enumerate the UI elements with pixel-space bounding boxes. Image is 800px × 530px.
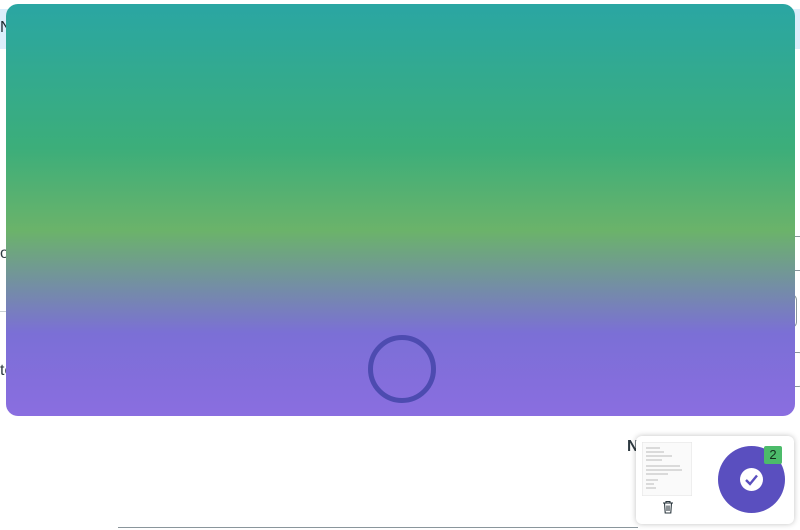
- number-value: INC0010010: [120, 76, 212, 93]
- related-search-label: ted Search: [0, 362, 78, 379]
- watch-list-label: Watch list: [33, 160, 102, 177]
- number-field[interactable]: INC0010010: [112, 67, 463, 100]
- related-search-icon: [132, 360, 152, 385]
- close-icon[interactable]: [743, 22, 765, 44]
- minimize-icon[interactable]: [702, 22, 724, 44]
- document-preview-icon: [642, 442, 692, 496]
- resize-handle-icon[interactable]: [768, 393, 784, 414]
- short-description-field[interactable]: [113, 236, 800, 271]
- section-divider: [0, 311, 595, 312]
- required-mark: ✱: [38, 119, 52, 136]
- ai-lens-link[interactable]: ServiceNow AI Lens: [265, 19, 408, 36]
- caller-label: ✱ Caller: [38, 117, 98, 137]
- caller-value: Ravi Kiran: [120, 119, 194, 136]
- watch-list-lock-button[interactable]: [113, 152, 148, 187]
- count-badge: 2: [764, 446, 782, 464]
- related-search-field[interactable]: [124, 352, 800, 387]
- banner-text-before: session. Ensure that the: [89, 19, 266, 36]
- short-description-label: ort description: [0, 245, 101, 262]
- window-controls: [647, 14, 780, 51]
- incident-tag: Incident: [20, 15, 88, 43]
- add-user-icon: [161, 160, 180, 179]
- banner-text-after: app is installed on your machine.: [408, 19, 646, 36]
- expand-icon[interactable]: [661, 22, 683, 44]
- bottom-divider: [118, 527, 638, 528]
- help-icon[interactable]: [84, 361, 102, 384]
- show-related-button[interactable]: [474, 109, 509, 144]
- add-watcher-button[interactable]: [153, 152, 188, 187]
- loading-spinner: [368, 335, 436, 403]
- caller-field[interactable]: Ravi Kiran: [112, 110, 429, 143]
- related-search-results-button[interactable]: Related Search Results: [597, 294, 797, 328]
- number-label: Number: [46, 75, 103, 92]
- banner-prefix: No: [0, 19, 21, 36]
- hierarchy-icon: [483, 118, 499, 135]
- info-icon: [522, 117, 541, 136]
- search-icon: [437, 118, 454, 135]
- info-button[interactable]: [514, 109, 549, 144]
- chevron-down-icon: [774, 295, 788, 339]
- caller-label-text: Caller: [55, 119, 98, 136]
- lock-icon: [123, 162, 138, 178]
- trash-icon[interactable]: [662, 500, 674, 514]
- check-circle-icon: [740, 468, 763, 491]
- banner-message: session. Ensure that the ServiceNow AI L…: [89, 19, 646, 37]
- related-search-results-label: Related Search Results: [610, 302, 788, 319]
- caller-lookup-button[interactable]: [428, 110, 463, 143]
